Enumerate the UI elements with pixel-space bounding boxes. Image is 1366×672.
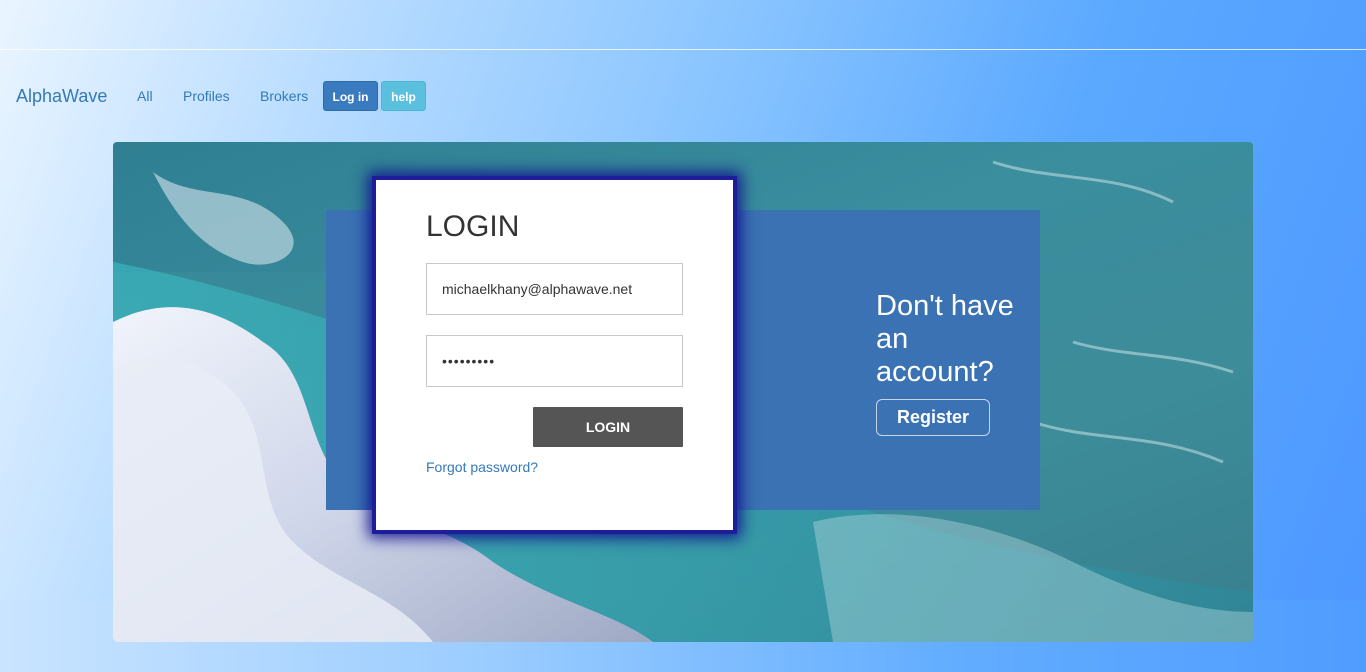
hero-ocean-banner: LOGIN michaelkhany@alphawave.net •••••••…: [113, 142, 1253, 642]
login-submit-button[interactable]: LOGIN: [533, 407, 683, 447]
email-field[interactable]: michaelkhany@alphawave.net: [426, 263, 683, 315]
nav-link-all[interactable]: All: [137, 88, 153, 104]
password-field[interactable]: •••••••••: [426, 335, 683, 387]
forgot-password-link[interactable]: Forgot password?: [426, 459, 538, 475]
nav-link-brokers[interactable]: Brokers: [260, 88, 308, 104]
register-prompt: Don't have an account?: [876, 290, 1014, 388]
register-section: Don't have an account? Register: [876, 290, 1026, 436]
nav-help-button[interactable]: help: [381, 81, 426, 111]
register-button[interactable]: Register: [876, 399, 990, 436]
brand-logo-link[interactable]: AlphaWave: [16, 86, 107, 107]
nav-link-profiles[interactable]: Profiles: [183, 88, 230, 104]
header-divider: [0, 49, 1366, 50]
login-title: LOGIN: [426, 210, 520, 243]
top-navbar: AlphaWave All Profiles Brokers Log in he…: [0, 80, 700, 112]
nav-login-button[interactable]: Log in: [323, 81, 378, 111]
login-card: LOGIN michaelkhany@alphawave.net •••••••…: [376, 180, 733, 530]
